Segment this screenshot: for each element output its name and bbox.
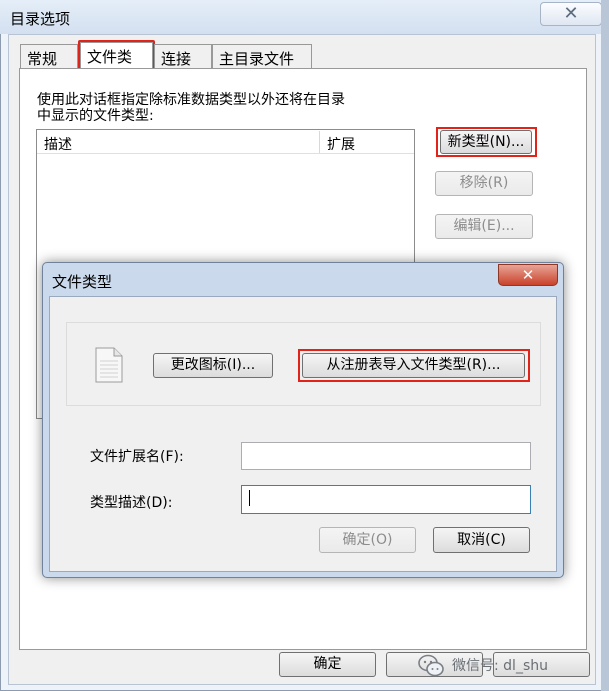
extension-input[interactable] [241, 442, 531, 470]
watermark-text: 微信号: dl_shu [452, 658, 548, 674]
column-header-description[interactable]: 描述 [44, 134, 72, 154]
extension-label: 文件扩展名(F): [90, 449, 184, 465]
change-icon-button[interactable]: 更改图标(I)... [153, 353, 273, 378]
tab-connections[interactable]: 连接 [154, 44, 212, 68]
wechat-logo-icon [418, 654, 444, 677]
new-type-highlight-box [436, 127, 537, 157]
close-icon[interactable]: ✕ [540, 2, 602, 26]
dialog-ok-button[interactable]: 确定(O) [319, 527, 416, 553]
tab-home-folder[interactable]: 主目录文件夹 [212, 44, 312, 89]
background-window-edge [601, 0, 609, 691]
type-description-input[interactable] [241, 485, 531, 514]
import-highlight-box [298, 349, 530, 382]
window-title: 目录选项 [10, 10, 71, 28]
tab-general[interactable]: 常规 [20, 44, 78, 68]
edit-button[interactable]: 编辑(E)... [435, 214, 533, 239]
window-titlebar [0, 0, 609, 34]
ok-button[interactable]: 确定 [279, 652, 376, 677]
remove-button[interactable]: 移除(R) [435, 171, 533, 196]
column-divider[interactable] [319, 131, 320, 153]
dialog-cancel-button[interactable]: 取消(C) [433, 527, 530, 553]
description-text: 使用此对话框指定除标准数据类型以外还将在目录中显示的文件类型: [37, 92, 345, 124]
dialog-close-icon[interactable]: ✕ [498, 264, 558, 286]
dialog-title: 文件类型 [52, 273, 113, 291]
type-description-label: 类型描述(D): [90, 495, 173, 511]
column-header-extension[interactable]: 扩展 [327, 134, 355, 154]
list-header [37, 130, 414, 154]
document-icon [95, 347, 123, 383]
text-caret [249, 490, 250, 506]
tab-highlight-box [78, 40, 155, 71]
